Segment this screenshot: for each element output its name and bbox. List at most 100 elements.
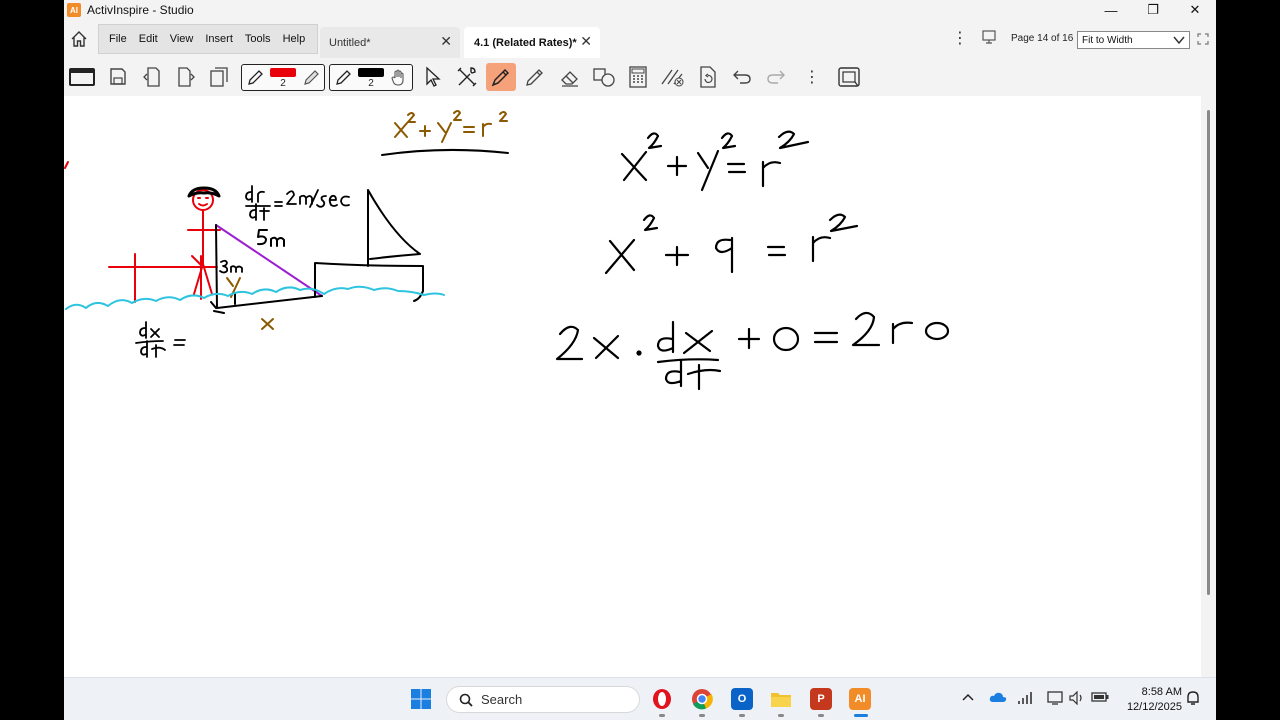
more-options-icon[interactable]: ⋮ xyxy=(952,28,968,48)
running-indicator xyxy=(699,714,705,717)
ink-equation-brown xyxy=(394,110,508,143)
highlighter-button[interactable] xyxy=(486,63,516,91)
menu-file[interactable]: File xyxy=(109,33,127,45)
dual-user-button[interactable] xyxy=(834,63,864,91)
calculator-button[interactable] xyxy=(623,63,653,91)
next-page-button[interactable] xyxy=(171,63,201,91)
pen-color-swatch-black[interactable] xyxy=(358,68,384,77)
save-button[interactable] xyxy=(103,63,133,91)
search-icon xyxy=(459,693,473,707)
running-indicator xyxy=(818,714,824,717)
zoom-value: Fit to Width xyxy=(1082,34,1133,46)
marker-button[interactable] xyxy=(520,63,550,91)
select-button[interactable] xyxy=(418,63,448,91)
onedrive-icon[interactable] xyxy=(989,691,1007,706)
tab-related-rates[interactable]: 4.1 (Related Rates)* ✕ xyxy=(464,27,600,58)
powerpoint-icon[interactable]: P xyxy=(810,688,832,710)
flipchart-canvas[interactable] xyxy=(64,96,1201,677)
notifications-icon[interactable] xyxy=(1185,690,1201,709)
menu-edit[interactable]: Edit xyxy=(139,33,158,45)
menu-help[interactable]: Help xyxy=(283,33,306,45)
ink-equation-3 xyxy=(555,311,950,391)
search-label: Search xyxy=(481,692,523,707)
save-icon xyxy=(110,68,126,85)
menu-tools[interactable]: Tools xyxy=(245,33,271,45)
tools-button[interactable] xyxy=(452,63,482,91)
home-icon xyxy=(71,31,87,47)
page-presentation-icon[interactable] xyxy=(982,30,996,49)
pen-tool-group-red: 2 xyxy=(241,64,325,91)
toolbar-more-button[interactable]: ⋮ xyxy=(797,63,827,91)
ink-stick-figure xyxy=(187,189,221,295)
screen: AI ActivInspire - Studio — ❐ ✕ File Edit… xyxy=(64,0,1216,720)
pen-alt-icon[interactable] xyxy=(302,69,320,87)
ink-label-5m xyxy=(257,229,285,247)
outlook-icon[interactable]: O xyxy=(731,688,753,710)
page-browser-icon xyxy=(210,67,228,87)
minimize-button[interactable]: — xyxy=(1090,0,1132,20)
menu-view[interactable]: View xyxy=(170,33,194,45)
eraser-button[interactable] xyxy=(555,63,585,91)
scrollbar-thumb[interactable] xyxy=(1207,110,1210,595)
pen-color-swatch-red[interactable] xyxy=(270,68,296,77)
undo-button[interactable] xyxy=(727,63,757,91)
file-explorer-icon[interactable] xyxy=(770,688,792,710)
reset-page-icon xyxy=(700,66,716,88)
running-indicator xyxy=(659,714,665,717)
window-title: ActivInspire - Studio xyxy=(87,3,194,17)
display-icon[interactable] xyxy=(1047,691,1063,708)
main-menu-button[interactable] xyxy=(67,63,97,91)
more-options-icon: ⋮ xyxy=(804,69,820,86)
window-menu-icon xyxy=(69,68,95,86)
tab-label: 4.1 (Related Rates)* xyxy=(474,36,577,49)
activinspire-icon[interactable]: AI xyxy=(849,688,871,710)
page-counter: Page 14 of 16 xyxy=(1011,33,1074,44)
redo-button[interactable] xyxy=(761,63,791,91)
show-hidden-icons[interactable] xyxy=(962,691,974,705)
pen-width-label: 2 xyxy=(368,78,374,89)
ink-layer[interactable] xyxy=(64,96,1201,677)
taskbar-clock[interactable]: 8:58 AM 12/12/2025 xyxy=(1116,685,1182,715)
volume-icon[interactable] xyxy=(1069,690,1085,708)
close-button[interactable]: ✕ xyxy=(1174,0,1216,20)
previous-page-button[interactable] xyxy=(137,63,167,91)
close-icon[interactable]: ✕ xyxy=(580,33,592,50)
ink-stroke xyxy=(64,161,69,169)
ink-equation-1 xyxy=(620,130,810,192)
ink-dock xyxy=(108,253,218,303)
hand-icon[interactable] xyxy=(390,69,406,87)
pen-width-label: 2 xyxy=(280,78,286,89)
home-button[interactable] xyxy=(68,28,90,50)
vertical-scrollbar[interactable] xyxy=(1201,96,1216,677)
ink-label-dx-dt xyxy=(135,321,186,358)
taskbar-search[interactable]: Search xyxy=(446,686,640,713)
cursor-arrow-icon xyxy=(426,66,441,87)
page-browser-button[interactable] xyxy=(205,63,235,91)
menu-insert[interactable]: Insert xyxy=(205,33,233,45)
tools-icon xyxy=(457,67,477,87)
zoom-select[interactable]: Fit to Width xyxy=(1077,31,1190,49)
reset-page-button[interactable] xyxy=(693,63,723,91)
taskbar: Search O P AI 8:58 AM 12/12/2025 xyxy=(64,677,1216,720)
shape-button[interactable] xyxy=(589,63,619,91)
opera-icon[interactable] xyxy=(651,688,673,710)
chrome-icon[interactable] xyxy=(691,688,713,710)
battery-icon[interactable] xyxy=(1091,691,1109,706)
chevron-down-icon xyxy=(1173,36,1185,45)
next-page-icon xyxy=(178,67,195,87)
close-icon[interactable]: ✕ xyxy=(440,33,452,50)
menu-bar: File Edit View Insert Tools Help xyxy=(98,24,318,54)
pen-icon[interactable] xyxy=(334,69,352,87)
fullscreen-icon[interactable] xyxy=(1197,32,1209,50)
clear-button[interactable] xyxy=(658,63,688,91)
pen-icon[interactable] xyxy=(246,69,264,87)
ink-label-x xyxy=(261,318,274,330)
clock-time: 8:58 AM xyxy=(1141,686,1182,698)
marker-icon xyxy=(526,69,543,86)
restore-button[interactable]: ❐ xyxy=(1132,0,1174,20)
tab-untitled[interactable]: Untitled* ✕ xyxy=(320,27,460,58)
highlighter-icon xyxy=(491,68,510,87)
windows-start-icon[interactable] xyxy=(410,688,432,710)
network-icon[interactable] xyxy=(1017,691,1035,708)
title-bar: AI ActivInspire - Studio — ❐ ✕ xyxy=(64,0,1216,20)
